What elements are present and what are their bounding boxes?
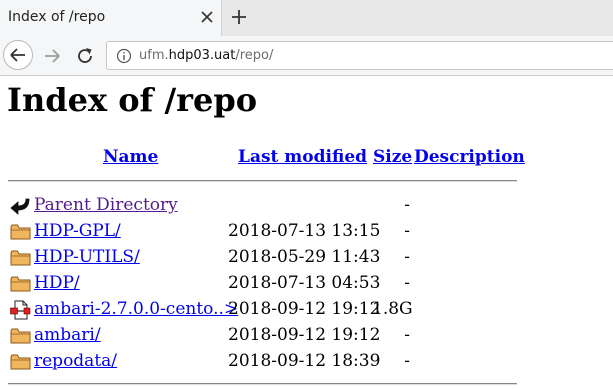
column-header-size[interactable]: Size xyxy=(373,147,412,167)
url-host: hdp03.uat xyxy=(168,48,236,63)
file-link[interactable]: HDP-UTILS/ xyxy=(34,247,140,267)
table-row: repodata/ 2018-09-12 18:39 - xyxy=(0,348,613,374)
file-date: 2018-07-13 04:53 xyxy=(228,273,381,293)
file-link[interactable]: Parent Directory xyxy=(34,195,178,215)
file-link[interactable]: HDP/ xyxy=(34,273,80,293)
reload-icon[interactable] xyxy=(73,44,97,68)
folder-icon xyxy=(10,276,31,292)
back-arrow-icon xyxy=(10,198,30,215)
table-row: ambari/ 2018-09-12 19:12 - xyxy=(0,322,613,348)
tab-strip: Index of /repo xyxy=(0,0,613,36)
column-header-last-modified[interactable]: Last modified xyxy=(238,147,367,167)
back-arrow-icon xyxy=(10,48,25,62)
back-button[interactable] xyxy=(3,40,33,70)
file-link[interactable]: ambari-2.7.0.0-cento..> xyxy=(34,299,238,319)
forward-icon[interactable] xyxy=(40,44,64,68)
table-row: HDP-UTILS/ 2018-05-29 11:43 - xyxy=(0,244,613,270)
folder-icon xyxy=(10,328,31,344)
table-row: HDP-GPL/ 2018-07-13 13:15 - xyxy=(0,218,613,244)
column-header-name[interactable]: Name xyxy=(103,147,158,167)
file-size: - xyxy=(404,221,410,241)
page-content: Index of /repo Name Last modified Size D… xyxy=(0,76,613,389)
url-bar[interactable]: ufm.hdp03.uat/repo/ xyxy=(106,41,613,70)
footer-divider xyxy=(8,383,517,385)
file-size: - xyxy=(404,195,410,215)
page-title: Index of /repo xyxy=(7,81,258,119)
file-date: 2018-07-13 13:15 xyxy=(228,221,381,241)
column-header-description[interactable]: Description xyxy=(414,147,525,167)
new-tab-icon[interactable] xyxy=(228,6,250,28)
navigation-bar: ufm.hdp03.uat/repo/ xyxy=(0,36,613,76)
archive-file-icon xyxy=(10,300,31,320)
file-link[interactable]: repodata/ xyxy=(34,351,117,371)
file-size: - xyxy=(404,247,410,267)
tab-title: Index of /repo xyxy=(8,9,106,25)
file-date: 2018-09-12 19:12 xyxy=(228,325,381,345)
table-row: Parent Directory - xyxy=(0,192,613,218)
info-icon[interactable] xyxy=(116,48,132,64)
file-date: 2018-05-29 11:43 xyxy=(228,247,381,267)
file-size: - xyxy=(404,325,410,345)
file-link[interactable]: ambari/ xyxy=(34,325,101,345)
folder-icon xyxy=(10,250,31,266)
file-link[interactable]: HDP-GPL/ xyxy=(34,221,121,241)
tab-active[interactable]: Index of /repo xyxy=(0,0,222,36)
url-path: /repo/ xyxy=(235,48,274,63)
file-date: 2018-09-12 18:39 xyxy=(228,351,381,371)
file-size: - xyxy=(404,351,410,371)
file-date: 2018-09-12 19:12 xyxy=(228,299,381,319)
close-icon[interactable] xyxy=(196,6,218,28)
header-divider xyxy=(8,180,517,182)
file-size: 1.8G xyxy=(372,299,413,319)
url-prefix: ufm. xyxy=(139,48,169,63)
table-row: ambari-2.7.0.0-cento..> 2018-09-12 19:12… xyxy=(0,296,613,322)
url-text: ufm.hdp03.uat/repo/ xyxy=(139,48,273,63)
folder-icon xyxy=(10,224,31,240)
table-row: HDP/ 2018-07-13 04:53 - xyxy=(0,270,613,296)
file-size: - xyxy=(404,273,410,293)
folder-icon xyxy=(10,354,31,370)
